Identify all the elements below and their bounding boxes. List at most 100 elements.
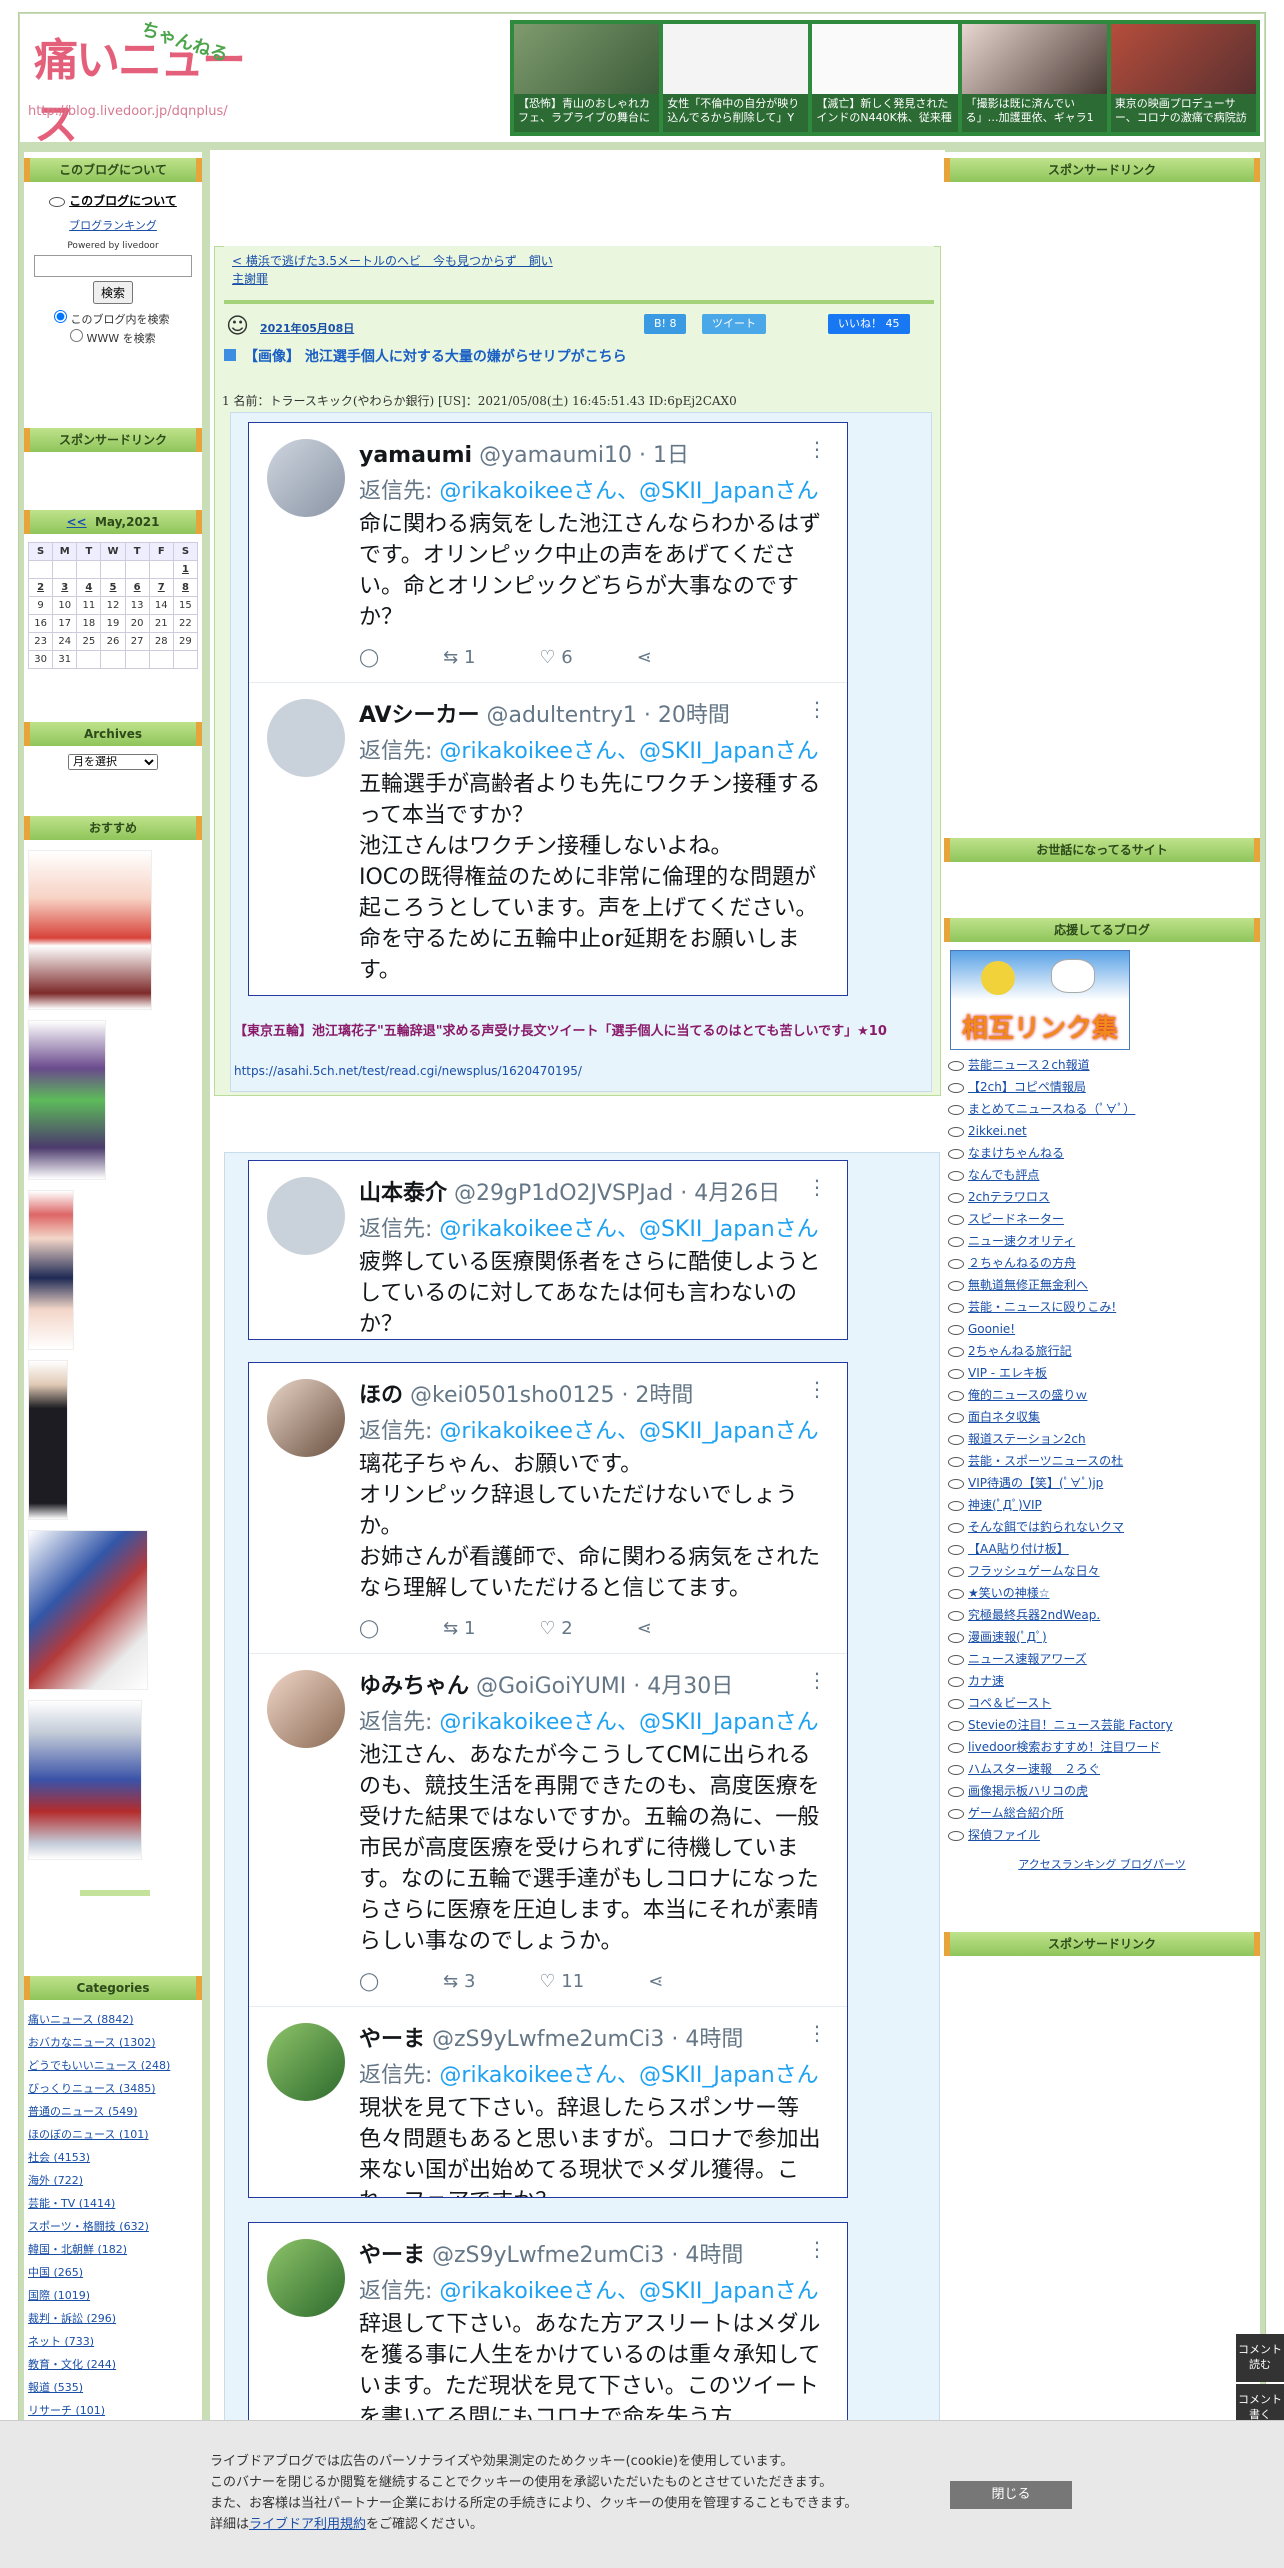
friend-blog-link[interactable]: 探偵ファイル [968, 1828, 1040, 1842]
category-link[interactable]: 教育・文化 (244) [28, 2358, 116, 2371]
friend-blog-link[interactable]: 究極最終兵器2ndWeap. [968, 1608, 1100, 1622]
category-link[interactable]: ネット (733) [28, 2335, 94, 2348]
friend-blog-link[interactable]: 俺的ニュースの盛りｗ [968, 1388, 1087, 1402]
headline-thumb[interactable]: 女性「不倫中の自分が映り込んでるから削除して」Y [663, 24, 809, 132]
site-logo[interactable]: 痛いニュース ちゃんねる http://blog.livedoor.jp/dqn… [28, 19, 248, 150]
friend-blog-link[interactable]: 2ちゃんねる旅行記 [968, 1344, 1072, 1358]
more-icon[interactable]: ⋮ [807, 2021, 827, 2045]
more-icon[interactable]: ⋮ [807, 437, 827, 461]
radio-www[interactable] [70, 329, 83, 342]
share-icon[interactable]: ⋖ [637, 647, 652, 668]
friend-blog-link[interactable]: 2ikkei.net [968, 1124, 1027, 1138]
calendar-day[interactable]: 2 [27, 578, 54, 597]
friend-blog-link[interactable]: ★笑いの神様☆ [968, 1586, 1050, 1600]
reply-mentions[interactable]: @rikakoikeeさん、@SKII_Japanさん [439, 1710, 818, 1735]
category-link[interactable]: 痛いニュース (8842) [28, 2013, 134, 2026]
friend-blog-link[interactable]: カナ速 [968, 1674, 1004, 1688]
calendar-day[interactable]: 1 [172, 560, 199, 579]
search-button[interactable]: 検索 [92, 281, 133, 304]
calendar-day[interactable]: 7 [148, 578, 174, 597]
friend-blog-link[interactable]: コペ＆ビースト [968, 1696, 1051, 1710]
tweet-author[interactable]: ほの [359, 1383, 403, 1408]
headline-thumb[interactable]: 「撮影は既に済んでいる」…加護亜依、ギャラ1 [961, 24, 1107, 132]
reply-icon[interactable]: ◯ [359, 1618, 379, 1639]
friend-blog-link[interactable]: ２ちゃんねるの方舟 [968, 1256, 1076, 1270]
reply-mentions[interactable]: @rikakoikeeさん、@SKII_Japanさん [439, 2279, 818, 2304]
reply-mentions[interactable]: @rikakoikeeさん、@SKII_Japanさん [439, 739, 818, 764]
friend-blog-link[interactable]: なまけちゃんねる [968, 1146, 1064, 1160]
category-link[interactable]: リサーチ (101) [28, 2404, 105, 2417]
figure-robot[interactable] [28, 1530, 148, 1690]
category-link[interactable]: 国際 (1019) [28, 2289, 90, 2302]
calendar-day[interactable]: 8 [172, 578, 199, 597]
category-link[interactable]: 海外 (722) [28, 2174, 83, 2187]
category-link[interactable]: 韓国・北朝鮮 (182) [28, 2243, 127, 2256]
reply-mentions[interactable]: @rikakoikeeさん、@SKII_Japanさん [439, 1217, 818, 1242]
reply-icon[interactable]: ◯ [359, 647, 379, 668]
figure-ultraman[interactable] [28, 1700, 142, 1860]
friend-blog-link[interactable]: まとめてニュースねる（ﾟ∀ﾟ） [968, 1102, 1135, 1116]
search-input[interactable] [34, 255, 192, 277]
friend-blog-link[interactable]: ニュース速報アワーズ [968, 1652, 1087, 1666]
friend-blog-link[interactable]: なんでも評点 [968, 1168, 1039, 1182]
category-link[interactable]: ほのぼのニュース (101) [28, 2128, 149, 2141]
category-link[interactable]: 裁判・訴訟 (296) [28, 2312, 116, 2325]
figure-swimsuit[interactable] [28, 1190, 74, 1350]
radio-blog[interactable] [54, 310, 67, 323]
headline-thumb[interactable]: 東京の映画プロデューサー、コロナの激痛で病院訪 [1110, 24, 1257, 132]
reply-mentions[interactable]: @rikakoikeeさん、@SKII_Japanさん [439, 1419, 818, 1444]
retweet-icon[interactable]: ⇆ 3 [443, 1971, 475, 1992]
avatar[interactable] [267, 2239, 345, 2317]
category-link[interactable]: 芸能・TV (1414) [28, 2197, 115, 2210]
reply-icon[interactable]: ◯ [359, 1971, 379, 1992]
friend-blog-link[interactable]: Stevieの注目！ニュース芸能 Factory [968, 1718, 1173, 1732]
retweet-icon[interactable]: ⇆ 1 [443, 1618, 475, 1639]
friend-blog-link[interactable]: Goonie! [968, 1322, 1015, 1336]
tweet-button[interactable]: ツイート [702, 314, 766, 334]
avatar[interactable] [267, 1177, 345, 1255]
tweet-author[interactable]: やーま [359, 2243, 425, 2268]
friend-blog-link[interactable]: VIP - エレキ板 [968, 1366, 1047, 1380]
prev-article-link[interactable]: < 横浜で逃げた3.5メートルのヘビ 今も見つからず 飼い主謝罪 [232, 252, 562, 288]
friend-blog-link[interactable]: 無軌道無修正無金利へ [968, 1278, 1088, 1292]
friend-blog-link[interactable]: 報道ステーション2ch [968, 1432, 1086, 1446]
category-link[interactable]: 報道 (535) [28, 2381, 83, 2394]
figure-asuka[interactable] [28, 850, 152, 1010]
friend-blog-link[interactable]: 面白ネタ収集 [968, 1410, 1040, 1424]
avatar[interactable] [267, 1379, 345, 1457]
share-icon[interactable]: ⋖ [648, 1971, 663, 1992]
hatena-button[interactable]: B! 8 [644, 314, 687, 334]
figure-eva[interactable] [28, 1020, 106, 1180]
category-link[interactable]: おバカなニュース (1302) [28, 2036, 156, 2049]
reply-mentions[interactable]: @rikakoikeeさん、@SKII_Japanさん [439, 2063, 818, 2088]
archives-select[interactable]: 月を選択 [68, 754, 158, 770]
category-link[interactable]: 普通のニュース (549) [28, 2105, 138, 2118]
more-icon[interactable]: ⋮ [807, 697, 827, 721]
friend-blog-link[interactable]: 漫画速報(ﾟДﾟ) [968, 1630, 1047, 1644]
fb-like-button[interactable]: いいね！ 45 [828, 314, 910, 334]
friend-blog-link[interactable]: ニュー速クオリティ [968, 1234, 1075, 1248]
friend-blog-link[interactable]: スピードネーター [968, 1212, 1064, 1226]
access-ranking-link[interactable]: アクセスランキング ブログパーツ [1018, 1858, 1185, 1871]
more-icon[interactable]: ⋮ [807, 1175, 827, 1199]
avatar[interactable] [267, 699, 345, 777]
friend-blog-link[interactable]: ハムスター速報 ２ろぐ [968, 1762, 1100, 1776]
cookie-close-button[interactable]: 閉じる [950, 2481, 1072, 2509]
tweet-author[interactable]: ゆみちゃん [359, 1674, 469, 1699]
calendar-day[interactable]: 5 [100, 578, 126, 597]
calendar-day[interactable]: 3 [52, 578, 78, 597]
tweet-author[interactable]: yamaumi [359, 443, 472, 468]
tweet-author[interactable]: 山本泰介 [359, 1181, 447, 1206]
avatar[interactable] [267, 1670, 345, 1748]
headline-thumb[interactable]: 【滅亡】新しく発見されたインドのN440K株、従来種 [812, 24, 958, 132]
category-link[interactable]: 中国 (265) [28, 2266, 83, 2279]
friend-blog-link[interactable]: フラッシュゲームな日々 [968, 1564, 1100, 1578]
about-link[interactable]: このブログについて [69, 194, 177, 208]
ranking-link[interactable]: ブログランキング [69, 219, 157, 232]
calendar-day[interactable]: 6 [124, 578, 150, 597]
more-icon[interactable]: ⋮ [807, 1668, 827, 1692]
comment-read-tab[interactable]: コメント読む [1236, 2334, 1284, 2382]
category-link[interactable]: 社会 (4153) [28, 2151, 90, 2164]
tweet-author[interactable]: やーま [359, 2027, 425, 2052]
friend-blog-link[interactable]: 神速(ﾟДﾟ)VIP [968, 1498, 1042, 1512]
